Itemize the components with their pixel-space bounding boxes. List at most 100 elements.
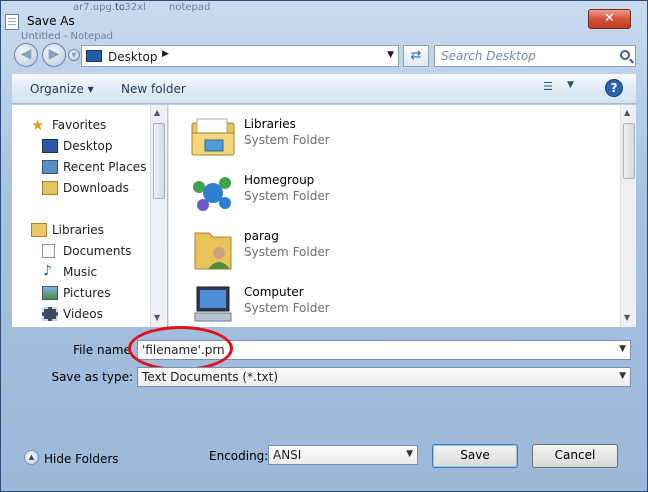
cancel-button[interactable]: Cancel [532,444,618,468]
nav-item-music[interactable]: ♪ Music [12,262,152,282]
nav-item-pictures[interactable]: Pictures [12,283,152,303]
refresh-button[interactable]: ⇄ [403,45,429,67]
nav-item-label: Videos [63,307,103,321]
file-type: System Folder [244,301,330,315]
navigation-pane: ★ Favorites Desktop Recent Places Downlo… [12,105,167,327]
encoding-value: ANSI [273,448,302,462]
save-as-type-label: Save as type: [51,370,133,384]
background-window-title: tc32xl [115,2,146,13]
file-type: System Folder [244,245,330,259]
music-icon: ♪ [43,263,52,279]
file-list: Libraries System Folder Homegroup System… [168,105,636,327]
help-button[interactable]: ? [605,79,623,97]
recent-places-icon [42,160,58,174]
nav-item-label: Recent Places [63,160,147,174]
chevron-down-icon: ▼ [406,449,413,459]
encoding-label: Encoding: [209,449,269,463]
desktop-icon [86,50,102,62]
nav-scroll-thumb[interactable] [153,123,165,199]
scroll-down-icon[interactable]: ▼ [624,313,630,322]
nav-favorites[interactable]: ★ Favorites [12,115,152,135]
organize-label: Organize [30,82,84,96]
breadcrumb-chevron-icon[interactable]: ▶ [162,49,169,59]
back-arrow-icon: ◀ [20,46,32,62]
refresh-icon: ⇄ [410,48,422,63]
user-folder-icon [194,232,232,270]
nav-item-desktop[interactable]: Desktop [12,136,152,156]
window-title: Save As [27,14,75,28]
videos-icon [42,307,58,321]
background-window-title: Untitled - Notepad [21,31,114,42]
pictures-icon [42,286,58,300]
save-as-dialog: ar7.upg.to tc32xl notepad Untitled - Not… [0,0,648,492]
nav-item-label: Documents [63,244,132,258]
file-list-scroll-thumb[interactable] [623,123,635,179]
close-icon: ✕ [604,11,615,26]
address-location[interactable]: Desktop [108,50,158,64]
change-view-button[interactable]: ☰ ▼ [543,80,583,98]
background-window-title: notepad [169,2,211,13]
red-highlight-ellipse [128,326,233,371]
nav-item-videos[interactable]: Videos [12,304,152,324]
search-box [434,45,636,67]
file-name: parag [244,229,279,243]
forward-button[interactable]: ▶ [42,43,66,67]
address-bar[interactable]: Desktop ▶ ▼ [81,45,399,67]
libraries-icon [31,223,47,237]
hide-folders-button[interactable]: Hide Folders [44,452,119,466]
libraries-icon [191,118,235,156]
encoding-select[interactable]: ANSI ▼ [268,445,418,465]
recent-locations-button[interactable]: ▼ [68,49,80,61]
address-dropdown-icon[interactable]: ▼ [387,50,394,60]
save-as-type-value: Text Documents (*.txt) [142,370,279,384]
nav-item-recent-places[interactable]: Recent Places [12,157,152,177]
nav-item-label: Desktop [63,139,113,153]
notepad-icon [5,14,19,30]
downloads-icon [42,181,58,195]
documents-icon [42,244,55,258]
file-item-computer[interactable]: Computer System Folder [189,279,489,327]
help-icon: ? [610,81,618,95]
close-button[interactable]: ✕ [588,9,631,29]
scroll-up-icon[interactable]: ▲ [154,108,160,117]
nav-item-downloads[interactable]: Downloads [12,178,152,198]
nav-libraries-label: Libraries [52,223,104,237]
chevron-down-icon[interactable]: ▼ [619,344,626,354]
title-bar[interactable]: ar7.upg.to tc32xl notepad Untitled - Not… [1,1,647,42]
file-name: Computer [244,285,304,299]
chevron-down-icon: ▼ [567,80,574,90]
forward-arrow-icon: ▶ [48,46,60,62]
file-item-libraries[interactable]: Libraries System Folder [189,111,489,163]
desktop-icon [42,139,58,153]
scroll-up-icon[interactable]: ▲ [624,108,630,117]
file-type: System Folder [244,133,330,147]
save-button[interactable]: Save [432,444,518,468]
new-folder-button[interactable]: New folder [121,82,186,96]
file-name-label: File name [73,343,131,357]
file-name: Homegroup [244,173,315,187]
star-icon: ★ [31,116,45,134]
scroll-down-icon[interactable]: ▼ [154,313,160,322]
nav-item-documents[interactable]: Documents [12,241,152,261]
organize-button[interactable]: Organize ▾ [30,82,94,96]
file-item-homegroup[interactable]: Homegroup System Folder [189,167,489,219]
save-as-type-select[interactable]: Text Documents (*.txt) ▼ [137,367,631,387]
chevron-up-icon[interactable]: ▲ [24,450,39,465]
chevron-down-icon: ▼ [619,371,626,381]
nav-item-label: Downloads [63,181,129,195]
computer-icon [194,286,232,322]
search-icon[interactable] [620,50,630,60]
details-view-icon: ☰ [543,80,553,93]
nav-item-label: Music [63,265,98,279]
nav-libraries[interactable]: Libraries [12,220,152,240]
file-type: System Folder [244,189,330,203]
back-button[interactable]: ◀ [14,43,38,67]
homegroup-icon [193,177,231,211]
file-list-scrollbar[interactable]: ▲ ▼ [620,105,636,327]
chevron-down-icon: ▼ [71,51,77,59]
file-item-parag[interactable]: parag System Folder [189,223,489,275]
file-name: Libraries [244,117,296,131]
nav-item-label: Pictures [63,286,111,300]
search-input[interactable] [441,47,611,65]
nav-scrollbar[interactable]: ▲ ▼ [150,105,167,327]
